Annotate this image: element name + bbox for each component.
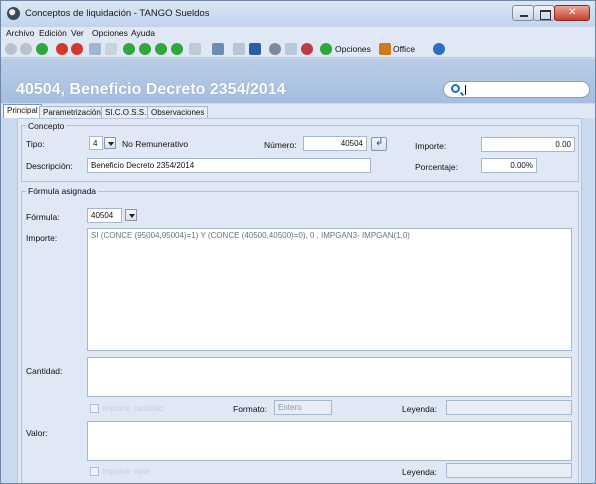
filter-icon[interactable]: [212, 43, 224, 55]
formula-field[interactable]: 40504: [87, 208, 122, 223]
tipo-dropdown-icon[interactable]: [104, 137, 116, 149]
nav-first-icon[interactable]: [5, 43, 17, 55]
maximize-button[interactable]: [533, 5, 555, 21]
porcentaje-label: Porcentaje:: [415, 162, 458, 172]
tab-sicoss[interactable]: SI.C.O.S.S.: [101, 106, 151, 118]
office-button[interactable]: Office: [393, 44, 415, 54]
copy-icon[interactable]: [105, 43, 117, 55]
export-icon[interactable]: [189, 43, 201, 55]
tipo-label: Tipo:: [26, 139, 45, 149]
leyenda-valor-label: Leyenda:: [402, 467, 437, 477]
tab-bar: Principal Parametrización SI.C.O.S.S. Ob…: [1, 104, 595, 118]
formula-label: Fórmula:: [26, 212, 60, 222]
delete-icon[interactable]: [56, 43, 68, 55]
search-icon: [451, 84, 460, 93]
toolbar: Opciones Office: [1, 40, 595, 58]
edit-icon[interactable]: [89, 43, 101, 55]
cantidad-label: Cantidad:: [26, 366, 63, 376]
next-record-icon[interactable]: [155, 43, 167, 55]
search-input[interactable]: [443, 81, 590, 98]
first-record-icon[interactable]: [123, 43, 135, 55]
valor-field[interactable]: [87, 421, 572, 461]
opciones-button[interactable]: Opciones: [335, 44, 371, 54]
importe-formula-label: Importe:: [26, 233, 58, 243]
imprimir-cantidad-checkbox[interactable]: [90, 404, 99, 413]
sort-icon[interactable]: [249, 43, 261, 55]
menu-ver[interactable]: Ver: [71, 28, 84, 38]
numero-lookup-button[interactable]: [371, 137, 387, 151]
importe-label: Importe:: [415, 141, 447, 151]
importe-formula-field[interactable]: SI (CONCE (95004,95004)=1) Y (CONCE (405…: [87, 228, 572, 351]
office-icon[interactable]: [379, 43, 391, 55]
imprimir-valor-label: Imprimir valor: [102, 467, 151, 476]
main-window: Conceptos de liquidación - TANGO Sueldos…: [0, 0, 596, 484]
app-icon: [7, 7, 20, 20]
previous-record-icon[interactable]: [139, 43, 151, 55]
menu-bar: Archivo Edición Ver Opciones Ayuda: [1, 27, 595, 40]
tab-principal[interactable]: Principal: [3, 104, 42, 118]
add-icon[interactable]: [36, 43, 48, 55]
nav-prev-icon[interactable]: [20, 43, 32, 55]
imprimir-cantidad-label: Imprimir cantidad: [102, 404, 164, 413]
menu-edicion[interactable]: Edición: [39, 28, 67, 38]
concepto-legend: Concepto: [26, 121, 67, 131]
imprimir-valor-checkbox[interactable]: [90, 467, 99, 476]
view-icon[interactable]: [233, 43, 245, 55]
help-icon[interactable]: [433, 43, 445, 55]
porcentaje-field[interactable]: 0.00%: [481, 158, 537, 173]
print-icon[interactable]: [285, 43, 297, 55]
menu-opciones[interactable]: Opciones: [92, 28, 128, 38]
numero-label: Número:: [264, 140, 297, 150]
window-title: Conceptos de liquidación - TANGO Sueldos: [25, 8, 210, 19]
numero-field[interactable]: 40504: [303, 136, 367, 151]
title-bar[interactable]: Conceptos de liquidación - TANGO Sueldos: [1, 1, 595, 27]
cantidad-field[interactable]: [87, 357, 572, 397]
tipo-field[interactable]: 4: [89, 136, 103, 150]
tab-observaciones[interactable]: Observaciones: [147, 106, 209, 118]
settings-icon[interactable]: [269, 43, 281, 55]
formato-field[interactable]: Entero: [274, 400, 332, 415]
opciones-icon[interactable]: [320, 43, 332, 55]
tool-icon[interactable]: [301, 43, 313, 55]
page-title: 40504, Beneficio Decreto 2354/2014: [16, 81, 286, 98]
tipo-description: No Remunerativo: [122, 139, 189, 149]
tab-parametrizacion[interactable]: Parametrización: [39, 106, 105, 118]
menu-ayuda[interactable]: Ayuda: [131, 28, 155, 38]
concepto-group: [21, 125, 579, 182]
valor-label: Valor:: [26, 428, 48, 438]
cancel-icon[interactable]: [71, 43, 83, 55]
descripcion-label: Descripción:: [26, 161, 73, 171]
menu-archivo[interactable]: Archivo: [6, 28, 34, 38]
close-button[interactable]: [554, 5, 590, 21]
minimize-button[interactable]: [512, 5, 534, 21]
formato-label: Formato:: [233, 404, 268, 414]
descripcion-field[interactable]: Beneficio Decreto 2354/2014: [87, 158, 371, 173]
last-record-icon[interactable]: [171, 43, 183, 55]
leyenda-valor-field[interactable]: [446, 463, 572, 478]
importe-field[interactable]: 0.00: [481, 137, 575, 152]
text-caret: [465, 85, 466, 95]
leyenda-label: Leyenda:: [402, 404, 437, 414]
formula-dropdown-icon[interactable]: [125, 209, 137, 221]
leyenda-field[interactable]: [446, 400, 572, 415]
formula-legend: Fórmula asignada: [26, 186, 99, 196]
